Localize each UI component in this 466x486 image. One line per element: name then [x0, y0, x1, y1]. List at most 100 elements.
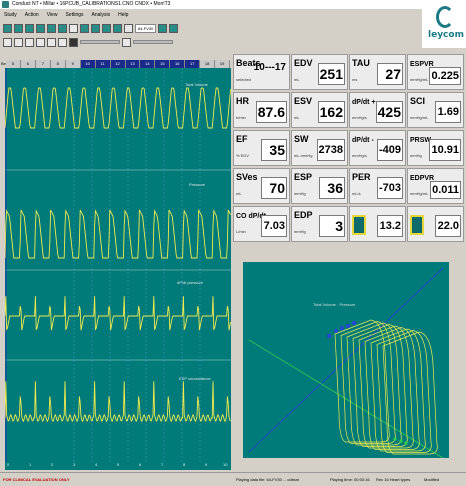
beat-cell[interactable]: 6	[21, 60, 36, 68]
beat-cell-selected[interactable]: 12	[110, 60, 126, 68]
measure-icon[interactable]	[69, 23, 78, 33]
beat-cell-selected[interactable]: 11	[95, 60, 111, 68]
param-box1[interactable]: 13.2	[349, 206, 406, 242]
new-study-icon[interactable]	[3, 23, 12, 33]
loop-icon[interactable]	[91, 23, 100, 33]
status-data-file: Playing data file: 64-FV30 ... cdbsm	[236, 477, 300, 482]
marker-icon[interactable]	[122, 37, 131, 47]
open-icon[interactable]	[14, 23, 23, 33]
param-value: 70	[261, 177, 287, 199]
param-ef[interactable]: EF % EDV 35	[233, 130, 290, 166]
beat-cell[interactable]: 19	[215, 60, 231, 68]
zoom-icon[interactable]	[80, 23, 89, 33]
param-value: 2738	[316, 139, 345, 161]
param-value: 425	[375, 101, 403, 123]
param-dpdt-minus[interactable]: dP/dt - mmHg/s -409	[349, 130, 406, 166]
menu-analysis[interactable]: Analysis	[92, 11, 111, 20]
beat-cell-selected[interactable]: 13	[125, 60, 141, 68]
waveform-panel[interactable]: Total Volume Pressure dP/dt pressure ESP…	[4, 68, 232, 462]
beat-cell-selected[interactable]: 16	[170, 60, 186, 68]
param-per[interactable]: PER mL/s -703	[349, 168, 406, 204]
report-icon[interactable]	[169, 23, 179, 33]
param-unit: selected	[236, 77, 251, 82]
menu-action[interactable]: Action	[25, 11, 39, 20]
param-dpdt-plus[interactable]: dP/dt + mmHg/s 425	[349, 92, 406, 128]
param-name: ESV	[294, 96, 313, 106]
beat-cell[interactable]: 8	[51, 60, 66, 68]
menu-settings[interactable]: Settings	[65, 11, 83, 20]
record-icon[interactable]	[58, 23, 67, 33]
param-value: 36	[319, 177, 345, 199]
playback-slider[interactable]	[80, 40, 120, 44]
param-esv[interactable]: ESV mL 162	[291, 92, 348, 128]
beat-selector[interactable]: 5 6 7 8 9 10 11 12 13 14 15 16 17 18 19	[6, 60, 231, 68]
param-beats[interactable]: Beats selected 10---17	[233, 54, 290, 90]
param-value: 27	[377, 63, 403, 85]
beat-cell[interactable]: 5	[6, 60, 21, 68]
param-box2[interactable]: 22.0	[407, 206, 464, 242]
param-co[interactable]: CO dP/dt L/min 7.03	[233, 206, 290, 242]
beat-cell[interactable]: 7	[36, 60, 51, 68]
step-back-icon[interactable]	[36, 37, 45, 47]
param-value: -409	[376, 139, 403, 161]
pause-icon[interactable]	[14, 37, 23, 47]
stop-icon[interactable]	[69, 37, 78, 47]
beat-cell-selected[interactable]: 14	[140, 60, 156, 68]
param-sci[interactable]: SCI mmHg/mL 1.69	[407, 92, 464, 128]
param-value: 7.03	[261, 215, 287, 237]
channel-label-dpdt: dP/dt pressure	[177, 280, 204, 285]
pv-loop-icon[interactable]	[410, 215, 424, 235]
beat-cell-selected[interactable]: 15	[155, 60, 171, 68]
param-prsw[interactable]: PRSW mmHg 10.91	[407, 130, 464, 166]
analysis-icon[interactable]	[102, 23, 111, 33]
title-bar: Conduct NT • Millar • 16PCUB_CALIBRATION…	[0, 0, 466, 9]
param-unit: mmHg	[294, 229, 306, 234]
param-unit: mmHg	[294, 191, 306, 196]
param-esp[interactable]: ESP mmHg 36	[291, 168, 348, 204]
pv-loop-title: Total Volume · Pressure	[313, 302, 356, 307]
export-icon[interactable]	[158, 23, 168, 33]
x-tick: 4	[95, 462, 98, 467]
beat-cell-selected[interactable]: 17	[185, 60, 201, 68]
param-name: EDV	[294, 58, 313, 68]
settings-icon[interactable]	[124, 23, 133, 33]
menu-view[interactable]: View	[47, 11, 58, 20]
pv-loop-plot[interactable]: Total Volume · Pressure	[243, 262, 449, 459]
param-hr[interactable]: HR b/min 87.6	[233, 92, 290, 128]
param-value: 0.011	[430, 181, 461, 199]
pv-loop-icon[interactable]	[352, 215, 366, 235]
chart-icon[interactable]	[113, 23, 122, 33]
param-sw[interactable]: SW mL.mmHg 2738	[291, 130, 348, 166]
beat-cell[interactable]: 9	[66, 60, 81, 68]
param-sves[interactable]: SVes mL 70	[233, 168, 290, 204]
param-edpvr[interactable]: EDPVR mmHg/mL 0.011	[407, 168, 464, 204]
param-name: SW	[294, 134, 309, 144]
param-unit: mL	[294, 115, 300, 120]
x-tick: 5	[117, 462, 120, 467]
dpdt-trace	[4, 296, 232, 331]
pv-loop-panel: Total Volume · Pressure	[233, 244, 466, 472]
param-unit: % EDV	[236, 153, 249, 158]
param-unit: mmHg/s	[352, 153, 367, 158]
save-icon[interactable]	[25, 23, 34, 33]
param-espvr[interactable]: ESPVR mmHg/mL 0.225	[407, 54, 464, 90]
step-forward-icon[interactable]	[47, 37, 56, 47]
menu-help[interactable]: Help	[118, 11, 128, 20]
fast-forward-icon[interactable]	[58, 37, 67, 47]
evaluation-warning: FOR CLINICAL EVALUATION ONLY	[3, 477, 70, 482]
param-edv[interactable]: EDV mL 251	[291, 54, 348, 90]
rewind-icon[interactable]	[25, 37, 34, 47]
data-file-field[interactable]: 64-FV30	[135, 23, 157, 33]
param-name: dP/dt +	[352, 99, 376, 106]
beat-cell[interactable]: 18	[200, 60, 216, 68]
speed-slider[interactable]	[133, 40, 173, 44]
status-bar: FOR CLINICAL EVALUATION ONLY Playing dat…	[0, 472, 466, 485]
print-icon[interactable]	[36, 23, 45, 33]
param-edp[interactable]: EDP mmHg 3	[291, 206, 348, 242]
param-tau[interactable]: TAU ms 27	[349, 54, 406, 90]
beat-cell-selected[interactable]: 10	[80, 60, 96, 68]
play-icon[interactable]	[3, 37, 12, 47]
calibrate-icon[interactable]	[47, 23, 56, 33]
param-value: 35	[261, 139, 287, 161]
menu-study[interactable]: Study	[4, 11, 17, 20]
